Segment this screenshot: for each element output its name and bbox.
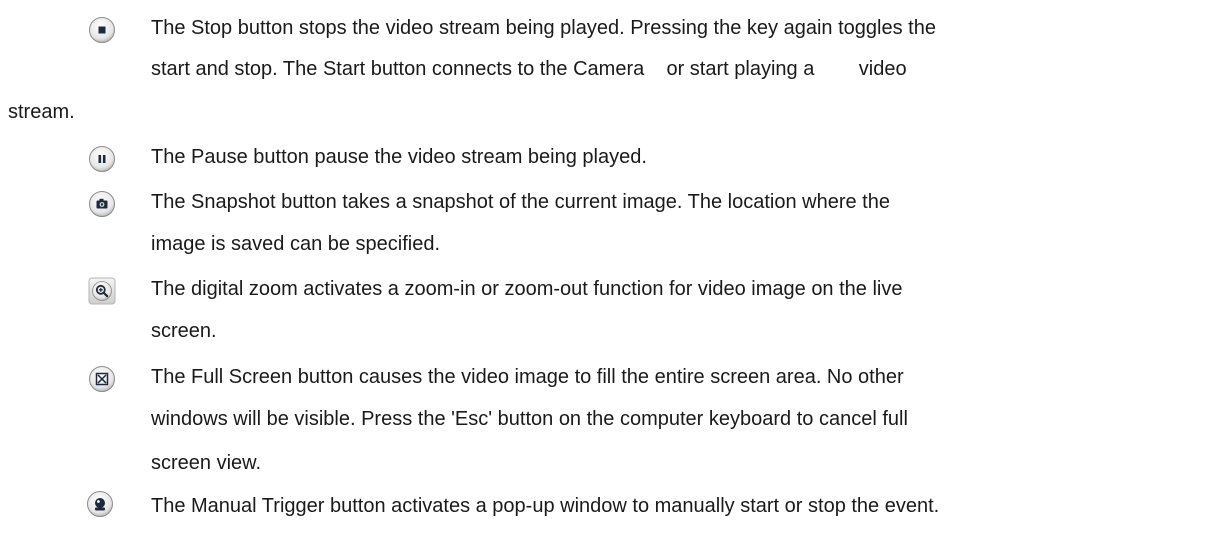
manual-trigger-description-line-1: The Manual Trigger button activates a po… bbox=[151, 495, 940, 517]
fullscreen-description-line-3: screen view. bbox=[151, 452, 262, 474]
zoom-description-line-2: screen. bbox=[151, 320, 217, 342]
pause-icon bbox=[88, 145, 116, 173]
stop-description-line-1: The Stop button stops the video stream b… bbox=[151, 17, 936, 39]
stop-icon bbox=[88, 16, 116, 44]
manual-trigger-icon bbox=[86, 490, 114, 518]
zoom-description-line-1: The digital zoom activates a zoom-in or … bbox=[151, 278, 903, 300]
pause-description-line-1: The Pause button pause the video stream … bbox=[151, 146, 647, 168]
fullscreen-icon bbox=[88, 365, 116, 393]
stop-description-line-2: start and stop. The Start button connect… bbox=[151, 58, 907, 80]
snapshot-icon bbox=[88, 190, 116, 218]
snapshot-description-line-2: image is saved can be specified. bbox=[151, 233, 441, 255]
fullscreen-description-line-1: The Full Screen button causes the video … bbox=[151, 366, 904, 388]
fullscreen-description-line-2: windows will be visible. Press the 'Esc'… bbox=[151, 408, 908, 430]
snapshot-description-line-1: The Snapshot button takes a snapshot of … bbox=[151, 191, 890, 213]
stop-description-overflow: stream. bbox=[8, 101, 75, 123]
zoom-icon bbox=[88, 277, 116, 305]
